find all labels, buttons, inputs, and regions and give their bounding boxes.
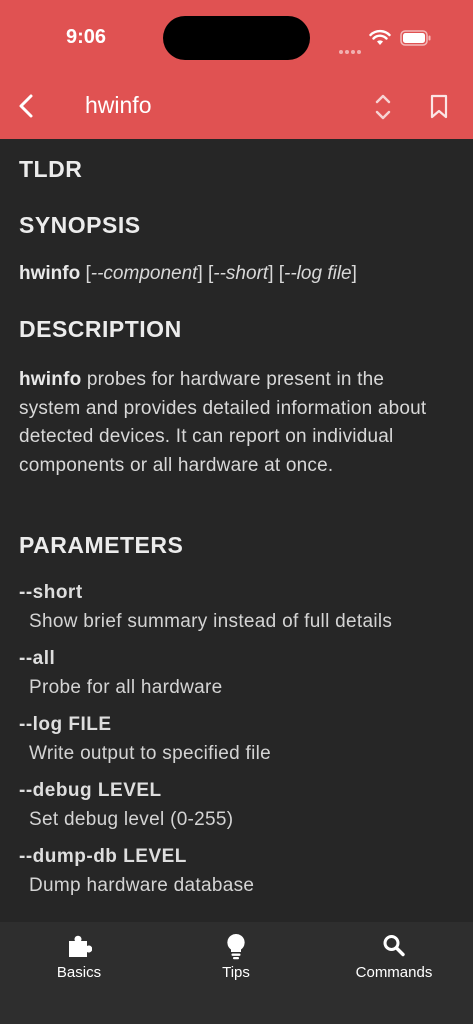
parameter-item: --short Show brief summary instead of fu… [19,582,459,648]
search-icon [383,935,405,957]
synopsis-bracket: ] [ [197,263,214,284]
lightbulb-icon [227,933,245,960]
parameter-description: Probe for all hardware [29,677,223,698]
back-button[interactable] [14,92,42,120]
parameter-description: Set debug level (0-255) [29,809,234,830]
tab-label-basics: Basics [56,964,102,981]
parameter-description: Dump hardware database [29,875,255,896]
page-title: hwinfo [85,92,152,118]
header: 9:06 hwinfo [0,0,473,139]
wifi-icon [369,29,391,45]
parameter-description: Write output to specified file [29,743,272,764]
synopsis-line: hwinfo [--component] [--short] [--log fi… [19,263,357,285]
parameter-item: --log FILE Write output to specified fil… [19,714,459,780]
parameter-name: --short [19,582,83,603]
parameter-item: --all Probe for all hardware [19,648,459,714]
tab-label-commands: Commands [355,964,433,981]
parameter-name: --debug LEVEL [19,780,162,801]
puzzle-icon [69,935,92,957]
synopsis-option-component: --component [90,263,198,284]
dynamic-island [163,16,310,60]
parameter-item: --debug LEVEL Set debug level (0-255) [19,780,459,846]
parameter-list: --short Show brief summary instead of fu… [19,582,459,912]
parameter-description: Show brief summary instead of full detai… [29,611,393,632]
battery-icon [400,30,431,46]
synopsis-bracket: [ [80,263,91,284]
section-heading-synopsis: SYNOPSIS [19,212,141,238]
tab-tips[interactable]: Tips [176,932,296,981]
parameter-name: --dump-db LEVEL [19,846,187,867]
synopsis-option-short: --short [213,263,269,284]
tab-bar: Basics Tips Commands [0,922,473,1024]
synopsis-bracket: ] [ [268,263,285,284]
bookmark-button[interactable] [428,94,450,120]
synopsis-command: hwinfo [19,263,81,284]
tab-label-tips: Tips [222,964,250,981]
section-heading-tldr: TLDR [19,156,83,182]
tab-basics[interactable]: Basics [19,932,139,981]
parameter-name: --all [19,648,56,669]
parameter-name: --log FILE [19,714,112,735]
status-time: 9:06 [66,26,107,48]
description-command: hwinfo [19,369,82,390]
synopsis-bracket: ] [351,263,357,284]
tab-commands[interactable]: Commands [334,932,454,981]
section-heading-parameters: PARAMETERS [19,532,184,558]
description-text: hwinfo probes for hardware present in th… [19,366,439,480]
section-heading-description: DESCRIPTION [19,316,182,342]
description-body: probes for hardware present in the syste… [19,369,427,476]
parameter-item: --dump-db LEVEL Dump hardware database [19,846,459,912]
cellular-signal-icon [339,41,363,59]
expand-collapse-button[interactable] [372,92,394,122]
synopsis-option-log: --log file [284,263,352,284]
